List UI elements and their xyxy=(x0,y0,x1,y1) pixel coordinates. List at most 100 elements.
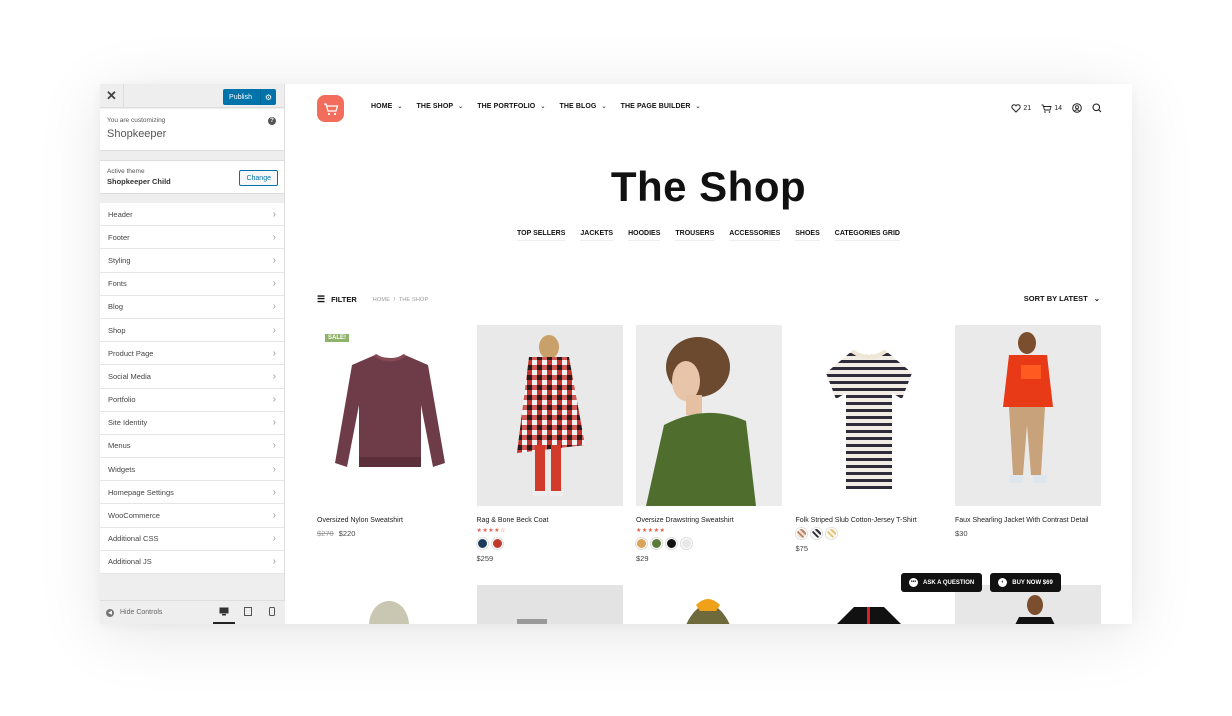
color-swatch[interactable] xyxy=(476,538,488,549)
search-icon[interactable] xyxy=(1092,103,1102,113)
category-link[interactable]: HOODIES xyxy=(628,230,661,241)
section-styling[interactable]: Styling › xyxy=(100,249,284,273)
product-card[interactable]: Rag & Bone Beck Coat ★★★★☆ $259 xyxy=(476,325,623,563)
nav-the-blog[interactable]: THE BLOG ⌄ xyxy=(560,103,607,110)
sort-label: SORT BY LATEST xyxy=(1023,294,1088,303)
color-swatch[interactable] xyxy=(636,538,647,549)
customizing-info: You are customizing Shopkeeper ? xyxy=(100,109,284,151)
section-additional-css[interactable]: Additional CSS › xyxy=(100,527,284,551)
product-image[interactable] xyxy=(476,585,623,624)
color-swatch[interactable] xyxy=(666,538,677,549)
collapse-icon[interactable]: ◀ xyxy=(106,608,114,617)
customizer-footer: ◀ Hide Controls xyxy=(100,600,285,624)
section-social-media[interactable]: Social Media › xyxy=(100,365,284,389)
product-name[interactable]: Oversize Drawstring Sweatshirt xyxy=(636,517,782,524)
buy-now-button[interactable]: ◐ BUY NOW $69 xyxy=(990,573,1061,592)
color-swatch[interactable] xyxy=(795,528,807,539)
publish-button[interactable]: Publish ⚙ xyxy=(223,89,276,105)
help-icon[interactable]: ? xyxy=(268,117,276,125)
color-swatch[interactable] xyxy=(825,528,837,539)
customizer-header: ✕ Publish ⚙ xyxy=(100,84,284,108)
color-swatch[interactable] xyxy=(810,528,822,539)
section-menus[interactable]: Menus › xyxy=(100,434,284,459)
cart-count: 14 xyxy=(1054,104,1062,112)
section-portfolio[interactable]: Portfolio › xyxy=(100,388,284,412)
device-preview-toggles xyxy=(213,606,277,624)
filter-icon[interactable]: ☰ xyxy=(317,294,325,305)
color-swatch[interactable] xyxy=(491,538,503,549)
section-shop[interactable]: Shop › xyxy=(100,318,284,343)
product-card[interactable]: SALE! Oversized Nylon Sweatshirt $270 $22… xyxy=(317,325,463,563)
category-link[interactable]: SHOES xyxy=(795,230,820,241)
product-image[interactable] xyxy=(636,325,782,506)
chevron-down-icon: ⌄ xyxy=(695,104,701,110)
circle-logo-icon: ◐ xyxy=(998,578,1008,587)
nav-label: THE SHOP xyxy=(416,103,454,110)
product-card[interactable]: Folk Striped Slub Cotton-Jersey T-Shirt … xyxy=(795,325,942,563)
section-header[interactable]: Header › xyxy=(100,203,284,227)
wishlist-button[interactable]: 21 xyxy=(1011,103,1032,113)
nav-home[interactable]: HOME ⌄ xyxy=(371,103,403,110)
chevron-right-icon: › xyxy=(272,231,276,243)
color-swatch[interactable] xyxy=(651,538,662,549)
category-link[interactable]: TROUSERS xyxy=(675,230,715,241)
account-icon[interactable] xyxy=(1072,103,1082,113)
category-nav: TOP SELLERS JACKETS HOODIES TROUSERS ACC… xyxy=(285,230,1132,241)
category-link[interactable]: JACKETS xyxy=(580,230,614,241)
section-footer[interactable]: Footer › xyxy=(100,226,284,250)
product-image[interactable] xyxy=(955,325,1101,506)
section-woocommerce[interactable]: WooCommerce › xyxy=(100,504,284,528)
active-theme-panel: Active theme Shopkeeper Child Change xyxy=(100,160,284,194)
color-swatch[interactable] xyxy=(681,538,692,549)
nav-the-shop[interactable]: THE SHOP ⌄ xyxy=(417,103,464,110)
section-homepage-settings[interactable]: Homepage Settings › xyxy=(100,481,284,505)
cart-button[interactable]: 14 xyxy=(1041,104,1062,113)
section-label: WooCommerce xyxy=(108,511,160,521)
product-name[interactable]: Rag & Bone Beck Coat xyxy=(477,517,623,524)
product-name[interactable]: Folk Striped Slub Cotton-Jersey T-Shirt xyxy=(796,517,942,524)
site-preview: HOME ⌄ THE SHOP ⌄ THE PORTFOLIO ⌄ THE BLOG ⌄… xyxy=(285,84,1132,624)
product-image[interactable] xyxy=(636,585,782,624)
hide-controls-button[interactable]: Hide Controls xyxy=(120,609,162,616)
category-link[interactable]: CATEGORIES GRID xyxy=(834,230,900,241)
filter-button[interactable]: FILTER xyxy=(331,295,357,304)
mobile-icon[interactable] xyxy=(267,606,277,617)
product-name[interactable]: Oversized Nylon Sweatshirt xyxy=(317,517,463,524)
chevron-right-icon: › xyxy=(272,533,276,545)
nav-the-portfolio[interactable]: THE PORTFOLIO ⌄ xyxy=(477,103,545,110)
change-theme-button[interactable]: Change xyxy=(239,170,278,186)
section-additional-js[interactable]: Additional JS › xyxy=(100,550,284,574)
section-widgets[interactable]: Widgets › xyxy=(100,458,284,482)
gear-icon[interactable]: ⚙ xyxy=(260,89,276,105)
ask-question-button[interactable]: ••• ASK A QUESTION xyxy=(901,573,983,592)
section-blog[interactable]: Blog › xyxy=(100,295,284,319)
star-rating: ★★★★★ xyxy=(636,528,666,534)
product-card[interactable]: Oversize Drawstring Sweatshirt ★★★★★ $29 xyxy=(636,325,782,563)
sort-dropdown[interactable]: SORT BY LATEST ⌄ xyxy=(1024,294,1100,303)
site-logo[interactable] xyxy=(317,95,344,122)
product-card[interactable]: Faux Shearling Jacket With Contrast Deta… xyxy=(955,325,1101,563)
product-image[interactable] xyxy=(317,585,463,624)
product-name[interactable]: Faux Shearling Jacket With Contrast Deta… xyxy=(955,517,1101,524)
category-link[interactable]: TOP SELLERS xyxy=(517,230,566,241)
chevron-right-icon: › xyxy=(272,440,276,452)
section-site-identity[interactable]: Site Identity › xyxy=(100,411,284,435)
section-product-page[interactable]: Product Page › xyxy=(100,342,284,366)
desktop-icon[interactable] xyxy=(213,606,235,624)
category-link[interactable]: ACCESSORIES xyxy=(729,230,781,241)
breadcrumb-home[interactable]: HOME xyxy=(373,297,390,303)
product-image[interactable] xyxy=(476,325,623,506)
product-image[interactable]: SALE! xyxy=(317,325,463,506)
product-grid: SALE! Oversized Nylon Sweatshirt $270 $22… xyxy=(317,325,1101,563)
product-image[interactable] xyxy=(795,325,942,506)
nav-label: THE PORTFOLIO xyxy=(477,103,536,110)
chevron-right-icon: › xyxy=(272,510,276,522)
close-icon[interactable]: ✕ xyxy=(100,84,124,108)
section-label: Homepage Settings xyxy=(108,487,174,497)
tablet-icon[interactable] xyxy=(243,606,253,617)
wishlist-count: 21 xyxy=(1023,104,1032,112)
nav-the-page-builder[interactable]: THE PAGE BUILDER ⌄ xyxy=(621,103,701,110)
publish-label: Publish xyxy=(229,93,252,101)
section-fonts[interactable]: Fonts › xyxy=(100,272,284,296)
product-price: $270 $220 xyxy=(317,529,463,538)
